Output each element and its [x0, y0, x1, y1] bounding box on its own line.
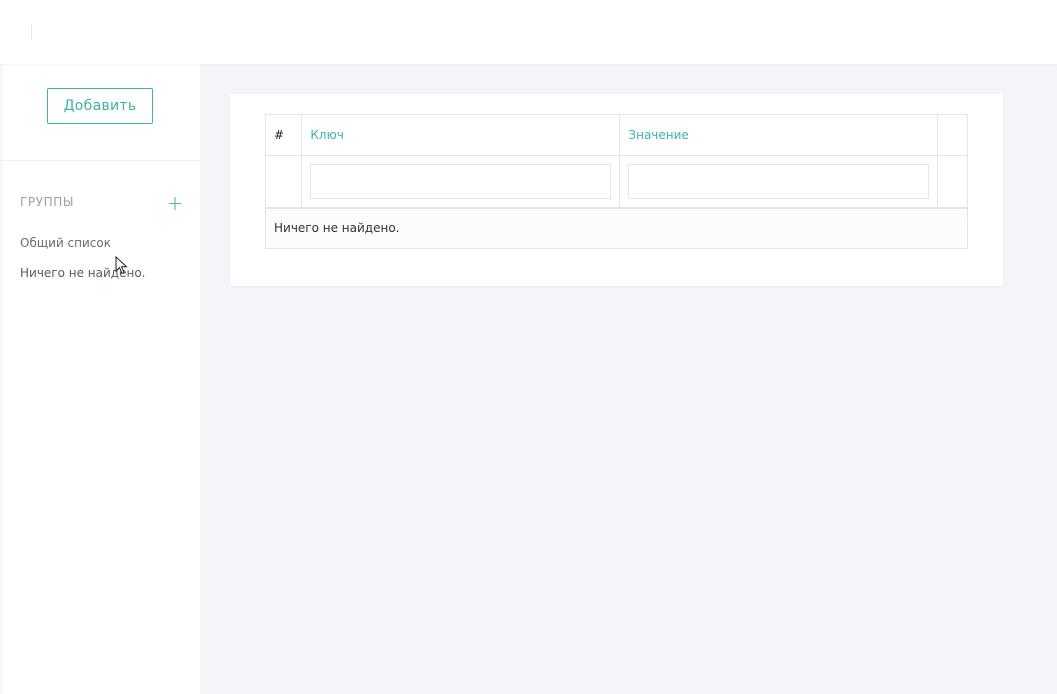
- main-panel: # Ключ Значение Ничего не найдено.: [230, 94, 1003, 286]
- sort-by-key-link[interactable]: Ключ: [310, 128, 343, 142]
- filter-cell-actions: [937, 155, 968, 208]
- data-table: # Ключ Значение Ничего не найдено.: [264, 114, 968, 249]
- top-bar: [0, 0, 1057, 64]
- sidebar-divider: [0, 160, 200, 161]
- table-empty-row: Ничего не найдено.: [265, 206, 968, 249]
- column-header-number: #: [264, 114, 303, 156]
- sidebar: Добавить ГРУППЫ + Общий список Ничего не…: [0, 64, 200, 694]
- table-header-row: # Ключ Значение: [264, 114, 968, 156]
- topbar-divider: [31, 24, 32, 40]
- filter-cell-number: [264, 155, 303, 208]
- column-header-value: Значение: [619, 114, 939, 156]
- groups-title: ГРУППЫ: [20, 195, 75, 209]
- table-empty-text: Ничего не найдено.: [265, 206, 968, 249]
- column-header-actions: [937, 114, 968, 156]
- sort-by-value-link[interactable]: Значение: [628, 128, 688, 142]
- mouse-cursor-icon: [115, 256, 128, 275]
- table-filter-row: [264, 155, 968, 208]
- value-filter-input[interactable]: [628, 163, 930, 199]
- add-group-icon[interactable]: +: [166, 193, 184, 213]
- add-button[interactable]: Добавить: [47, 88, 153, 124]
- filter-cell-key: [301, 155, 621, 208]
- group-item-all[interactable]: Общий список: [20, 236, 111, 250]
- key-filter-input[interactable]: [310, 163, 612, 199]
- filter-cell-value: [619, 155, 939, 208]
- column-header-key: Ключ: [301, 114, 621, 156]
